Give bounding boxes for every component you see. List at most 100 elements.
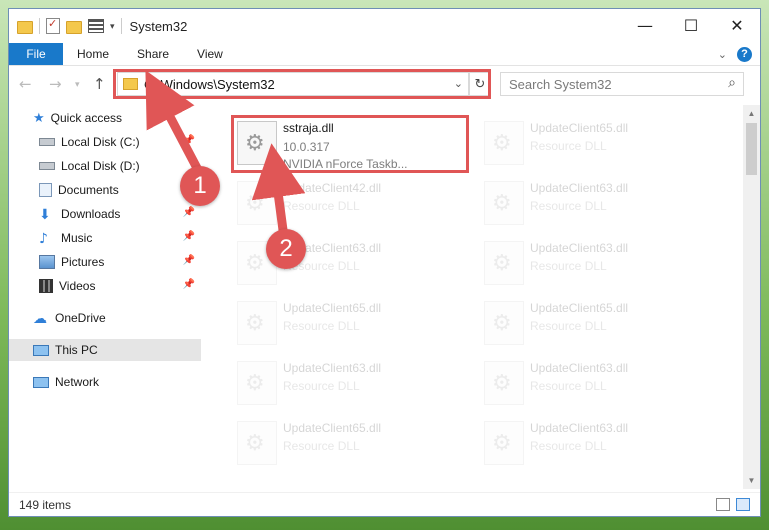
dll-file-icon: ⚙ — [484, 241, 524, 285]
dll-file-icon: ⚙ — [237, 301, 277, 345]
file-item[interactable]: ⚙ UpdateClient65.dll Resource DLL — [480, 297, 710, 351]
pin-icon: 📌 — [182, 255, 195, 266]
file-highlight — [231, 115, 469, 173]
recent-locations-dropdown-icon[interactable]: ▾ — [75, 80, 80, 90]
gear-icon: ⚙ — [492, 191, 512, 216]
file-item[interactable]: ⚙ UpdateClient63.dll Resource DLL — [480, 237, 710, 291]
pin-icon: 📌 — [182, 135, 195, 146]
minimize-button[interactable]: — — [622, 9, 668, 41]
dll-file-icon: ⚙ — [484, 181, 524, 225]
details-view-icon[interactable] — [716, 498, 730, 511]
file-name: UpdateClient63.dll — [283, 241, 382, 255]
sidebar-item-label: Documents — [58, 183, 119, 197]
scroll-down-icon[interactable]: ▼ — [743, 472, 760, 489]
sidebar-item-music[interactable]: ♪ Music 📌 — [39, 227, 201, 249]
file-name: UpdateClient65.dll — [530, 301, 629, 315]
sidebar-item-videos[interactable]: Videos 📌 — [39, 275, 201, 297]
tab-share[interactable]: Share — [123, 43, 183, 65]
file-name: UpdateClient65.dll — [283, 301, 382, 315]
scrollbar-thumb[interactable] — [746, 123, 757, 175]
sidebar-item-documents[interactable]: Documents — [39, 179, 201, 201]
file-type: Resource DLL — [530, 379, 607, 393]
file-name: UpdateClient63.dll — [530, 361, 629, 375]
dll-file-icon: ⚙ — [237, 181, 277, 225]
file-type: Resource DLL — [530, 259, 607, 273]
sidebar-item-downloads[interactable]: ⬇ Downloads 📌 — [39, 203, 201, 225]
vertical-scrollbar[interactable]: ▲ ▼ — [743, 105, 760, 489]
gear-icon: ⚙ — [492, 131, 512, 156]
file-type: Resource DLL — [530, 199, 607, 213]
back-arrow-icon[interactable]: ← — [19, 75, 32, 93]
file-item[interactable]: ⚙ UpdateClient65.dll Resource DLL — [480, 117, 710, 171]
file-name: UpdateClient63.dll — [530, 241, 629, 255]
dll-file-icon: ⚙ — [484, 301, 524, 345]
up-arrow-icon[interactable]: ↑ — [93, 75, 106, 93]
address-bar-highlight — [113, 69, 491, 99]
dll-file-icon: ⚙ — [237, 241, 277, 285]
gear-icon: ⚙ — [492, 371, 512, 396]
help-icon[interactable]: ? — [737, 46, 752, 62]
dll-file-icon: ⚙ — [237, 361, 277, 405]
file-item[interactable]: ⚙ UpdateClient65.dll Resource DLL — [233, 417, 463, 471]
properties-icon[interactable] — [46, 17, 60, 34]
gear-icon: ⚙ — [492, 311, 512, 336]
gear-icon: ⚙ — [245, 251, 265, 276]
sidebar-item-this-pc[interactable]: This PC — [9, 339, 201, 361]
file-item[interactable]: ⚙ UpdateClient65.dll Resource DLL — [233, 297, 463, 351]
sidebar-item-label: Quick access — [50, 111, 123, 125]
gear-icon: ⚙ — [492, 431, 512, 456]
file-item[interactable]: ⚙ UpdateClient63.dll Resource DLL — [480, 357, 710, 411]
gear-icon: ⚙ — [492, 251, 512, 276]
file-type: Resource DLL — [283, 199, 360, 213]
search-placeholder: Search System32 — [509, 77, 612, 92]
tab-file[interactable]: File — [9, 43, 63, 65]
tab-home[interactable]: Home — [63, 43, 123, 65]
file-item[interactable]: ⚙ UpdateClient63.dll Resource DLL — [233, 357, 463, 411]
pin-icon: 📌 — [182, 279, 195, 290]
sidebar-item-label: OneDrive — [55, 311, 106, 325]
sidebar-item-onedrive[interactable]: ☁ OneDrive — [33, 307, 225, 329]
search-input[interactable]: Search System32 ⌕ — [500, 72, 744, 96]
close-button[interactable]: ✕ — [714, 9, 760, 41]
maximize-button[interactable]: ☐ — [668, 9, 714, 41]
file-type: Resource DLL — [283, 379, 360, 393]
tab-view[interactable]: View — [183, 43, 237, 65]
expand-ribbon-icon[interactable]: ⌄ — [718, 48, 727, 61]
view-options-icon[interactable] — [88, 19, 104, 33]
gear-icon: ⚙ — [245, 311, 265, 336]
new-folder-icon[interactable] — [66, 20, 82, 34]
sidebar-item-quick-access[interactable]: ★ Quick access — [33, 107, 225, 129]
sidebar-item-label: Videos — [59, 279, 96, 293]
search-icon[interactable]: ⌕ — [728, 75, 736, 91]
file-item[interactable]: ⚙ UpdateClient63.dll Resource DLL — [233, 237, 463, 291]
pc-icon — [33, 344, 49, 356]
file-item[interactable]: ⚙ UpdateClient42.dll Resource DLL — [233, 177, 463, 231]
file-item[interactable]: ⚙ UpdateClient63.dll Resource DLL — [480, 417, 710, 471]
file-list: ⚙ sstraja.dll 10.0.317 NVIDIA nForce Tas… — [205, 105, 741, 489]
forward-arrow-icon[interactable]: → — [49, 75, 62, 93]
onedrive-icon: ☁ — [33, 311, 47, 327]
file-type: Resource DLL — [283, 319, 360, 333]
downloads-icon: ⬇ — [39, 207, 51, 223]
drive-icon — [39, 138, 55, 146]
sidebar-item-local-disk-c[interactable]: Local Disk (C:) 📌 — [39, 131, 201, 153]
sidebar-item-label: Network — [55, 375, 100, 389]
pictures-icon — [39, 255, 55, 269]
file-item[interactable]: ⚙ UpdateClient63.dll Resource DLL — [480, 177, 710, 231]
sidebar-item-network[interactable]: Network — [33, 371, 225, 393]
file-type: Resource DLL — [530, 319, 607, 333]
sidebar-item-local-disk-d[interactable]: Local Disk (D:) — [39, 155, 201, 177]
file-type: Resource DLL — [530, 439, 607, 453]
star-icon: ★ — [33, 111, 45, 126]
sidebar-item-label: Music — [61, 231, 93, 245]
large-icons-view-icon[interactable] — [736, 498, 750, 511]
file-name: UpdateClient65.dll — [530, 121, 629, 135]
sidebar-item-pictures[interactable]: Pictures 📌 — [39, 251, 201, 273]
sidebar-item-label: Downloads — [61, 207, 121, 221]
customize-toolbar-dropdown-icon[interactable]: ▾ — [110, 21, 115, 32]
dll-file-icon: ⚙ — [237, 421, 277, 465]
file-name: UpdateClient65.dll — [283, 421, 382, 435]
status-bar: 149 items — [9, 492, 760, 516]
pin-icon: 📌 — [182, 231, 195, 242]
scroll-up-icon[interactable]: ▲ — [743, 105, 760, 122]
